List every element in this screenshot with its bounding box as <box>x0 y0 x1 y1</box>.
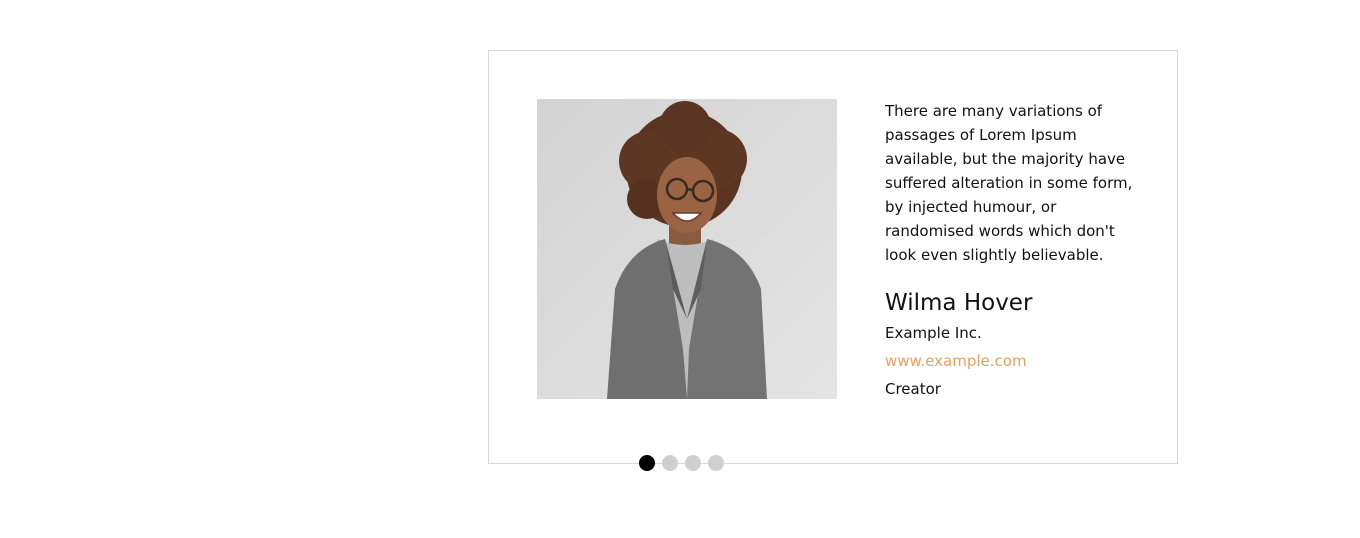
pagination-dot-4[interactable] <box>708 455 724 471</box>
testimonial-company: Example Inc. <box>885 324 982 342</box>
testimonial-website-link[interactable]: www.example.com <box>885 347 1135 375</box>
testimonial-quote: There are many variations of passages of… <box>885 102 1133 264</box>
pagination-dot-1[interactable] <box>639 455 655 471</box>
page: There are many variations of passages of… <box>0 0 1360 538</box>
carousel-pagination <box>639 455 724 471</box>
pagination-dot-2[interactable] <box>662 455 678 471</box>
testimonial-card: There are many variations of passages of… <box>488 50 1178 471</box>
testimonial-name: Wilma Hover <box>885 290 1033 316</box>
pagination-dot-3[interactable] <box>685 455 701 471</box>
testimonial-photo <box>537 99 837 399</box>
testimonial-role: Creator <box>885 380 941 398</box>
testimonial-content: There are many variations of passages of… <box>885 99 1135 403</box>
person-photo-icon <box>537 99 837 399</box>
